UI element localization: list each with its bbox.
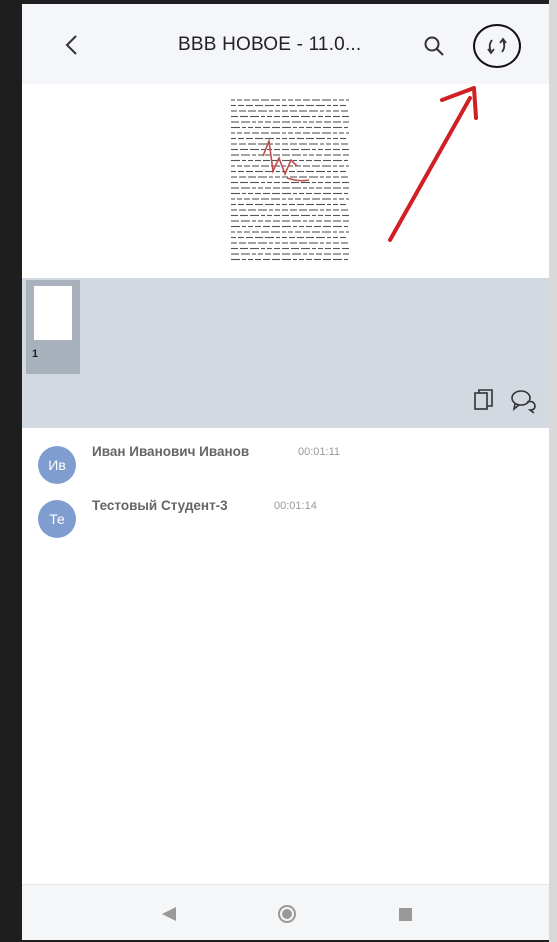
- participant-name: Иван Иванович Иванов: [92, 444, 250, 459]
- thumbnail-page-image: [34, 286, 72, 340]
- participant-name: Тестовый Студент-3: [92, 498, 228, 513]
- list-item[interactable]: Те Тестовый Студент-3 00:01:14: [22, 482, 549, 538]
- nav-home-icon[interactable]: [278, 905, 296, 923]
- sync-button[interactable]: [473, 24, 521, 68]
- copy-icon[interactable]: [473, 388, 495, 412]
- system-nav-bar: [22, 884, 549, 940]
- chevron-left-icon[interactable]: [60, 32, 86, 58]
- top-bar: BBB НОВОЕ - 11.0...: [22, 4, 549, 84]
- thumbnail-page-number: 1: [32, 348, 39, 360]
- window-edge: [549, 0, 557, 942]
- app-screen: BBB НОВОЕ - 11.0... 1 Ив Иван Иванович И…: [22, 4, 549, 940]
- chat-icon[interactable]: [510, 388, 538, 414]
- participant-time: 00:01:11: [298, 446, 341, 458]
- nav-recents-icon[interactable]: [399, 908, 412, 921]
- document-preview[interactable]: [22, 84, 549, 278]
- sync-icon: [487, 37, 507, 55]
- document-page: [231, 99, 349, 261]
- page-title: BBB НОВОЕ - 11.0...: [178, 34, 362, 55]
- page-thumbnails: 1: [22, 278, 549, 428]
- avatar: Те: [38, 500, 76, 538]
- avatar: Ив: [38, 446, 76, 484]
- participant-time: 00:01:14: [274, 500, 317, 512]
- page-thumbnail[interactable]: 1: [26, 280, 80, 374]
- search-icon[interactable]: [422, 34, 446, 58]
- nav-back-icon[interactable]: [162, 907, 176, 921]
- list-item[interactable]: Ив Иван Иванович Иванов 00:01:11: [22, 428, 549, 484]
